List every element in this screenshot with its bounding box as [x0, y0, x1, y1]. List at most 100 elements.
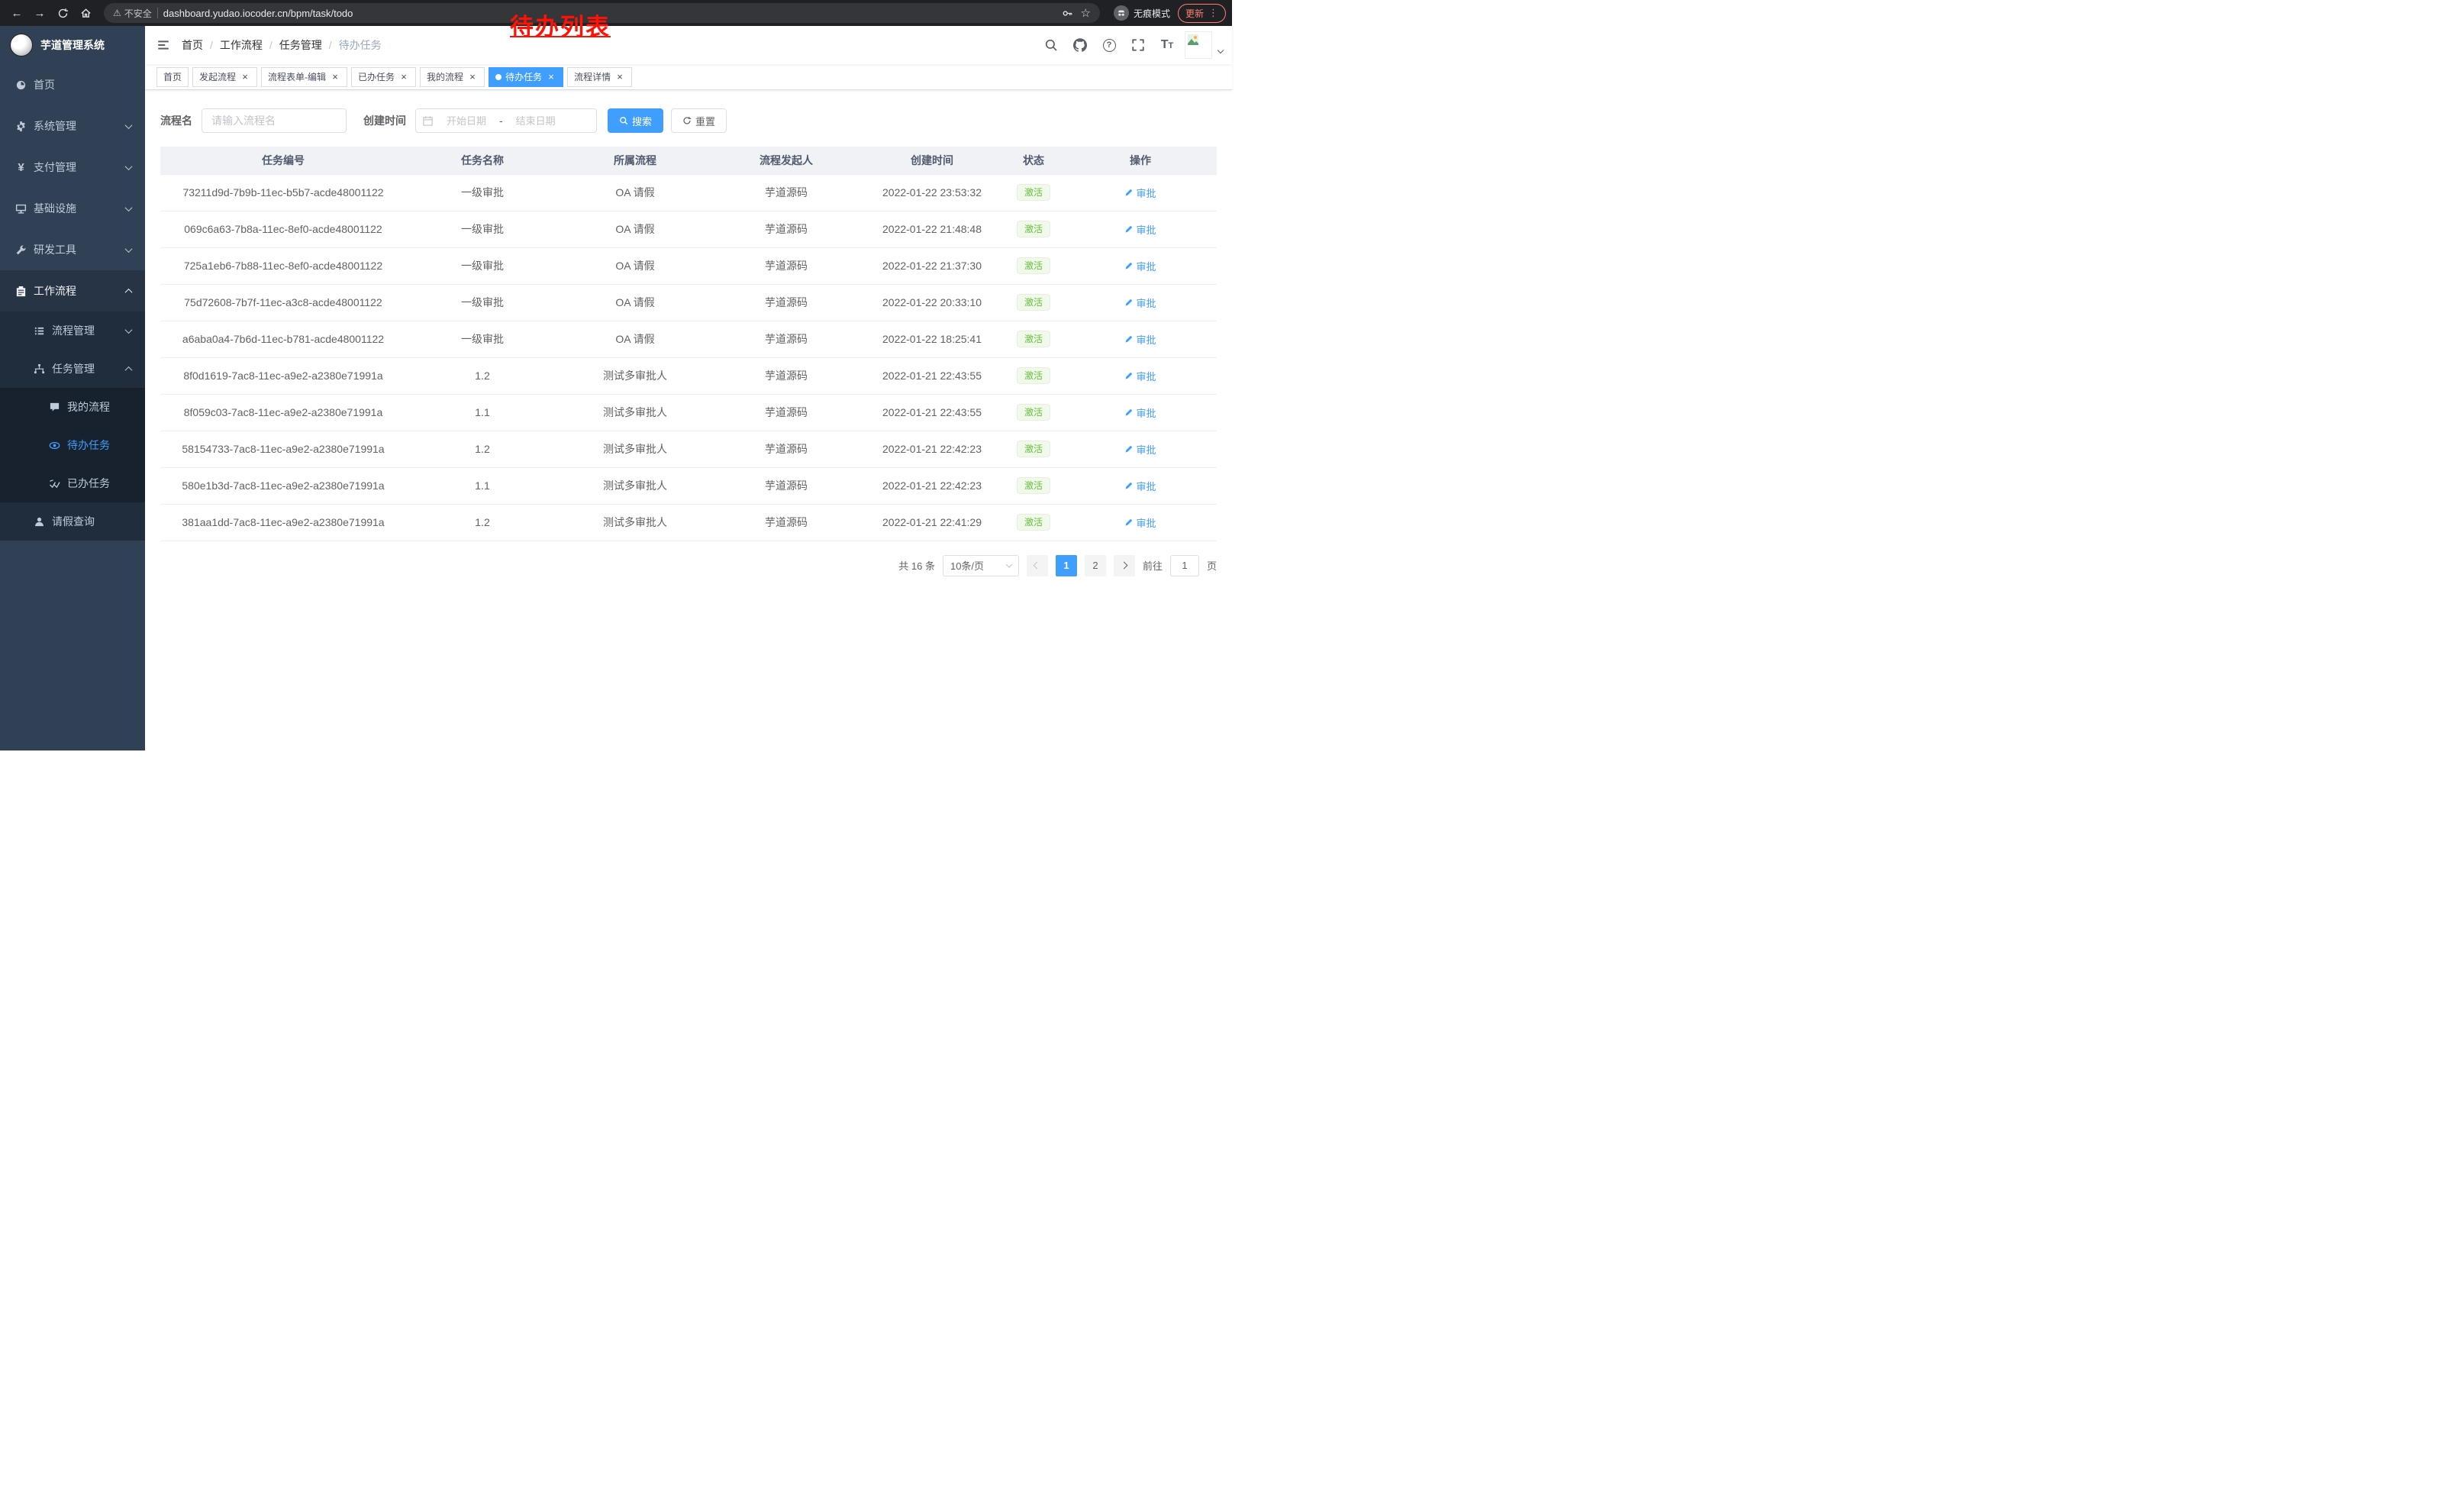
tags-view: 首页 发起流程 × 流程表单-编辑 × 已办任务 × 我的流程 × 待办任务 ×… [145, 64, 1232, 90]
close-icon[interactable]: × [467, 72, 478, 82]
cell-created: 2022-01-22 18:25:41 [861, 321, 1003, 357]
avatar-dropdown-icon[interactable] [1217, 47, 1224, 53]
end-date-input[interactable] [508, 115, 564, 127]
main-content: 流程名 创建时间 - 搜索 重置 任务编号 任务名称 所属流程 流程发起人 [145, 90, 1232, 750]
approve-link[interactable]: 审批 [1124, 259, 1156, 273]
sidebar-item-system[interactable]: 系统管理 [0, 105, 145, 147]
approve-label: 审批 [1136, 479, 1156, 493]
task-tree-icon [34, 363, 45, 375]
close-icon[interactable]: × [240, 72, 250, 82]
sidebar-item-payment[interactable]: ¥ 支付管理 [0, 147, 145, 188]
github-icon[interactable] [1069, 34, 1092, 56]
app-logo[interactable]: 芋道管理系统 [0, 26, 145, 64]
close-icon[interactable]: × [330, 72, 340, 82]
sidebar-item-label: 流程管理 [52, 323, 95, 338]
sidebar-item-workflow[interactable]: 工作流程 [0, 270, 145, 311]
process-name-input[interactable] [202, 108, 347, 133]
approve-link[interactable]: 审批 [1124, 515, 1156, 530]
edit-icon [1124, 224, 1134, 234]
cell-status: 激活 [1003, 174, 1064, 211]
tab-label: 首页 [163, 70, 182, 83]
cell-process: OA 请假 [559, 247, 711, 284]
fullscreen-icon[interactable] [1127, 34, 1150, 56]
approve-link[interactable]: 审批 [1124, 295, 1156, 310]
approve-link[interactable]: 审批 [1124, 222, 1156, 237]
approve-label: 审批 [1136, 222, 1156, 237]
start-date-input[interactable] [438, 115, 495, 127]
goto-label: 前往 [1143, 558, 1163, 573]
close-icon[interactable]: × [398, 72, 409, 82]
update-label: 更新 [1185, 7, 1204, 20]
close-icon[interactable]: × [614, 72, 625, 82]
search-icon[interactable] [1040, 34, 1063, 56]
tab-done-tasks[interactable]: 已办任务 × [351, 67, 416, 87]
font-size-icon[interactable]: TT [1156, 34, 1179, 56]
infrastructure-icon [15, 203, 27, 215]
breadcrumb-item-home[interactable]: 首页 [182, 37, 203, 53]
back-icon[interactable]: ← [6, 2, 27, 24]
chevron-down-icon [1006, 561, 1012, 567]
home-icon[interactable] [75, 2, 96, 24]
sidebar-item-infrastructure[interactable]: 基础设施 [0, 188, 145, 229]
sidebar-item-leave-query[interactable]: 请假查询 [0, 502, 145, 541]
page-size-select[interactable]: 10条/页 [943, 555, 1019, 576]
next-page-button[interactable] [1114, 555, 1135, 576]
tab-home[interactable]: 首页 [156, 67, 189, 87]
sidebar-item-label: 基础设施 [34, 201, 76, 216]
sidebar-item-devtools[interactable]: 研发工具 [0, 229, 145, 270]
forward-icon[interactable]: → [29, 2, 50, 24]
chevron-up-icon [125, 288, 133, 295]
reset-button[interactable]: 重置 [671, 108, 727, 133]
tab-process-detail[interactable]: 流程详情 × [567, 67, 632, 87]
sidebar-item-todo-tasks[interactable]: 待办任务 [0, 426, 145, 464]
status-badge: 激活 [1017, 294, 1050, 311]
question-icon[interactable]: ? [1098, 34, 1121, 56]
sidebar-item-home[interactable]: 首页 [0, 64, 145, 105]
sidebar-item-process-management[interactable]: 流程管理 [0, 311, 145, 350]
cell-status: 激活 [1003, 394, 1064, 431]
tab-todo-tasks[interactable]: 待办任务 × [489, 67, 563, 87]
search-button[interactable]: 搜索 [608, 108, 663, 133]
sidebar-item-task-management[interactable]: 任务管理 [0, 350, 145, 388]
cell-initiator: 芋道源码 [711, 211, 861, 247]
goto-page-input[interactable] [1170, 555, 1199, 576]
close-icon[interactable]: × [546, 72, 556, 82]
sidebar-item-done-tasks[interactable]: 已办任务 [0, 464, 145, 502]
approve-link[interactable]: 审批 [1124, 442, 1156, 457]
sidebar-item-label: 系统管理 [34, 118, 76, 134]
approve-link[interactable]: 审批 [1124, 332, 1156, 347]
page-button-2[interactable]: 2 [1085, 555, 1106, 576]
sidebar-item-label: 首页 [34, 77, 55, 92]
avatar[interactable] [1185, 31, 1212, 59]
star-icon[interactable]: ☆ [1081, 6, 1091, 20]
approve-link[interactable]: 审批 [1124, 369, 1156, 383]
sidebar-item-label: 支付管理 [34, 160, 76, 175]
cell-status: 激活 [1003, 321, 1064, 357]
status-badge: 激活 [1017, 404, 1050, 421]
approve-link[interactable]: 审批 [1124, 405, 1156, 420]
breadcrumb-current: 待办任务 [339, 37, 382, 53]
sidebar-item-my-process[interactable]: 我的流程 [0, 388, 145, 426]
approve-link[interactable]: 审批 [1124, 479, 1156, 493]
date-range-picker[interactable]: - [415, 108, 597, 133]
key-icon[interactable] [1062, 8, 1073, 19]
prev-page-button[interactable] [1027, 555, 1048, 576]
hamburger-icon[interactable] [145, 26, 182, 64]
refresh-icon[interactable] [52, 2, 73, 24]
status-badge: 激活 [1017, 441, 1050, 457]
update-button[interactable]: 更新 ⋮ [1178, 4, 1226, 23]
tab-start-process[interactable]: 发起流程 × [192, 67, 257, 87]
active-dot [495, 74, 502, 80]
security-warning[interactable]: ⚠ 不安全 [113, 7, 152, 20]
tab-my-process[interactable]: 我的流程 × [420, 67, 485, 87]
tab-form-editor[interactable]: 流程表单-编辑 × [261, 67, 347, 87]
approve-link[interactable]: 审批 [1124, 186, 1156, 200]
chevron-down-icon [125, 121, 133, 129]
breadcrumb-item-task-management[interactable]: 任务管理 [279, 37, 322, 53]
breadcrumb-item-workflow[interactable]: 工作流程 [220, 37, 263, 53]
kebab-menu-icon[interactable]: ⋮ [1208, 7, 1218, 19]
address-bar[interactable]: ⚠ 不安全 dashboard.yudao.iocoder.cn/bpm/tas… [104, 3, 1100, 23]
page-button-1[interactable]: 1 [1056, 555, 1077, 576]
incognito-label: 无痕模式 [1134, 7, 1170, 20]
table-row: a6aba0a4-7b6d-11ec-b781-acde48001122一级审批… [160, 321, 1217, 357]
